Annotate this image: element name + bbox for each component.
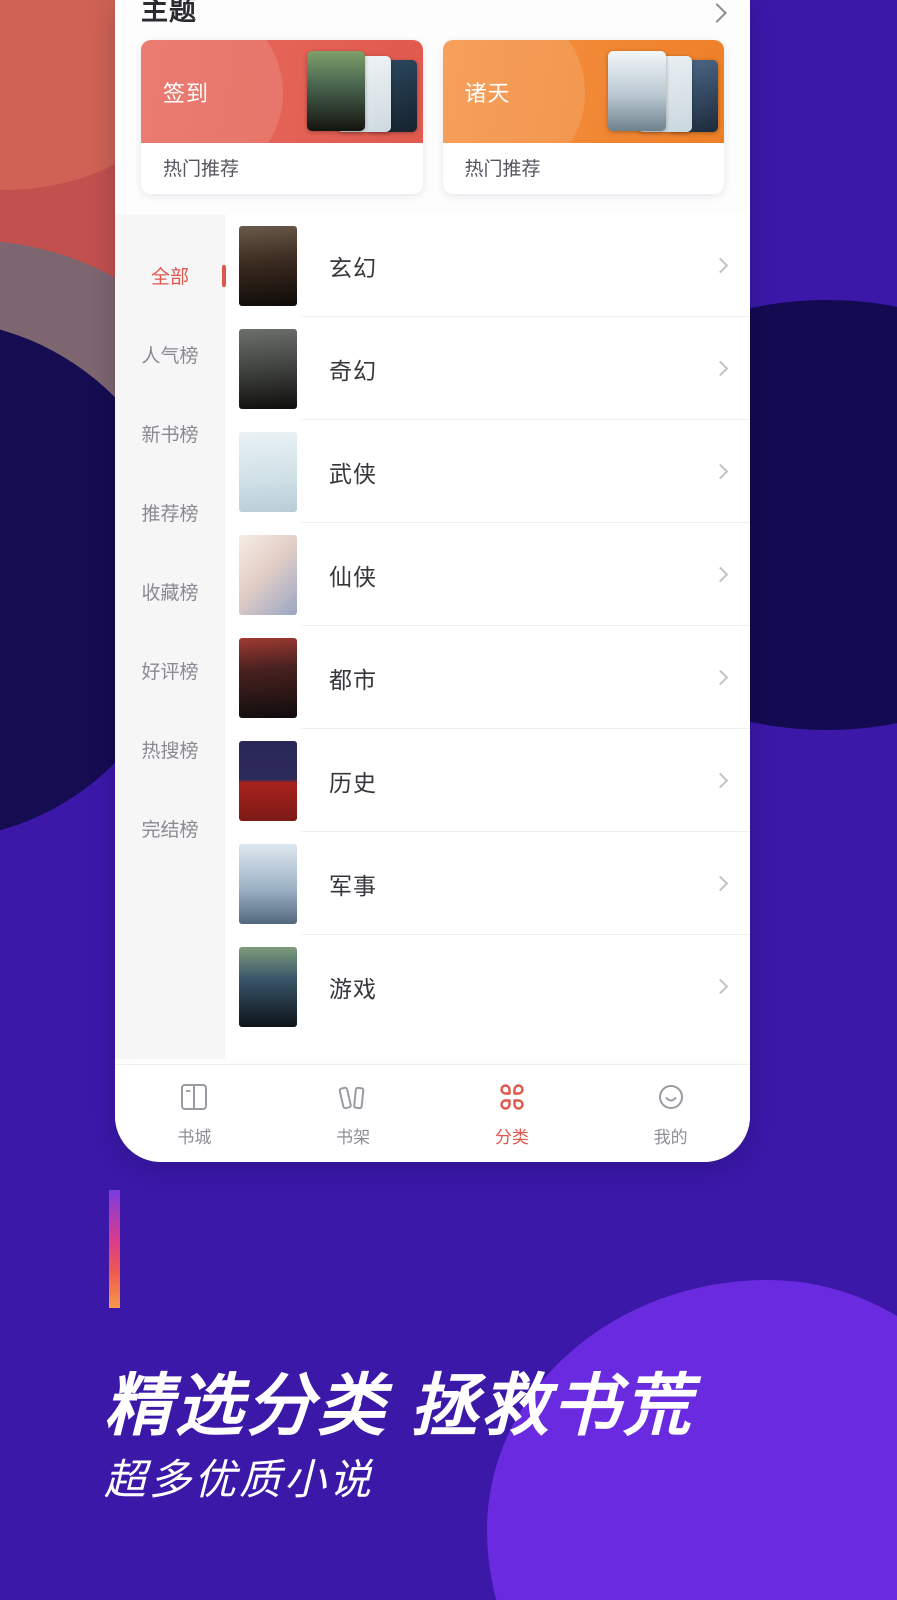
category-label: 历史 — [329, 769, 377, 796]
profile-smiley-icon — [658, 1084, 683, 1109]
book-cover — [239, 225, 297, 306]
chevron-right-icon[interactable] — [712, 978, 729, 995]
chevron-right-icon[interactable] — [712, 463, 729, 480]
bookstore-icon — [181, 1083, 208, 1110]
chevron-right-icon[interactable] — [712, 566, 729, 583]
category-label: 武侠 — [329, 460, 377, 487]
sidebar-item-label: 新书榜 — [141, 425, 199, 446]
category-label: 奇幻 — [329, 357, 377, 384]
accent-gradient-bar — [109, 1190, 120, 1308]
category-grid-icon — [500, 1083, 524, 1110]
sidebar-item-label: 推荐榜 — [141, 504, 199, 525]
theme-card-banner: 签到 — [141, 40, 423, 143]
book-cover — [239, 843, 297, 924]
category-label: 玄幻 — [329, 254, 377, 281]
chevron-right-icon[interactable] — [712, 669, 729, 686]
book-cover-stack — [568, 51, 718, 132]
chevron-right-icon[interactable] — [712, 772, 729, 789]
list-item[interactable]: 武侠 — [225, 420, 750, 523]
sidebar-item-popular[interactable]: 人气榜 — [115, 315, 225, 394]
list-item[interactable]: 都市 — [225, 626, 750, 729]
book-cover — [239, 534, 297, 615]
category-label: 仙侠 — [329, 563, 377, 590]
list-item[interactable]: 仙侠 — [225, 523, 750, 626]
theme-card-caption: 热门推荐 — [163, 159, 240, 180]
category-label: 都市 — [329, 666, 377, 693]
sidebar-item-recommend[interactable]: 推荐榜 — [115, 473, 225, 552]
sidebar-item-new[interactable]: 新书榜 — [115, 394, 225, 473]
book-cover-thumb — [608, 51, 666, 131]
list-item[interactable]: 游戏 — [225, 935, 750, 1038]
theme-card-label: 诸天 — [464, 80, 511, 106]
tab-label: 书城 — [177, 1127, 212, 1147]
book-cover-thumb — [306, 51, 365, 131]
list-item[interactable]: 玄幻 — [225, 214, 750, 317]
theme-card-banner: 诸天 — [442, 40, 724, 143]
book-cover — [239, 740, 297, 821]
sidebar-item-completed[interactable]: 完结榜 — [115, 789, 225, 868]
sidebar-item-collection[interactable]: 收藏榜 — [115, 552, 225, 631]
sidebar-item-label: 完结榜 — [141, 820, 199, 841]
sidebar-item-label: 好评榜 — [141, 662, 199, 683]
sidebar-item-label: 热搜榜 — [141, 741, 199, 762]
bookshelf-icon — [338, 1086, 365, 1109]
sidebar-item-all[interactable]: 全部 — [115, 236, 225, 315]
book-cover — [239, 946, 297, 1027]
tab-category[interactable]: 分类 — [433, 1080, 592, 1148]
chevron-right-icon[interactable] — [712, 875, 729, 892]
promo-headline: 精选分类 拯救书荒 — [104, 1368, 694, 1444]
book-cover-stack — [267, 51, 417, 132]
tab-label: 书架 — [336, 1127, 371, 1147]
theme-card[interactable]: 签到 热门推荐 — [141, 40, 423, 194]
theme-section-header[interactable]: 主题 — [115, 0, 750, 24]
category-label: 军事 — [329, 872, 377, 899]
category-label: 游戏 — [329, 975, 377, 1002]
promo-subline: 超多优质小说 — [104, 1456, 375, 1503]
bottom-tabbar: 书城 书架 分类 我的 — [115, 1064, 750, 1162]
theme-card-list: 签到 热门推荐 诸天 热门推荐 — [115, 24, 750, 194]
category-panel: 全部 人气榜 新书榜 推荐榜 收藏榜 好评榜 热搜榜 完结榜 玄幻 奇幻 武侠 — [115, 214, 750, 1059]
tab-bookshelf[interactable]: 书架 — [274, 1080, 433, 1148]
list-item[interactable]: 历史 — [225, 729, 750, 832]
phone-mockup: 主题 签到 热门推荐 诸天 热门推荐 全部 人气榜 新书榜 推荐榜 收藏榜 好评… — [115, 0, 750, 1162]
tab-label: 我的 — [653, 1127, 688, 1147]
chevron-right-icon[interactable] — [712, 257, 729, 274]
theme-card[interactable]: 诸天 热门推荐 — [442, 40, 724, 194]
theme-card-label: 签到 — [163, 80, 210, 106]
tab-bookstore[interactable]: 书城 — [115, 1080, 274, 1148]
category-list: 玄幻 奇幻 武侠 仙侠 都市 历史 军事 游戏 — [225, 214, 750, 1059]
tab-profile[interactable]: 我的 — [591, 1080, 750, 1148]
sidebar-item-label: 全部 — [150, 267, 189, 288]
sidebar-item-label: 人气榜 — [141, 346, 199, 367]
book-cover — [239, 431, 297, 512]
rank-tab-sidebar: 全部 人气榜 新书榜 推荐榜 收藏榜 好评榜 热搜榜 完结榜 — [115, 214, 225, 1059]
page-title: 主题 — [141, 0, 197, 24]
chevron-right-icon[interactable] — [707, 3, 727, 23]
theme-card-caption: 热门推荐 — [464, 159, 541, 180]
sidebar-item-label: 收藏榜 — [141, 583, 199, 604]
book-cover — [239, 328, 297, 409]
sidebar-item-rating[interactable]: 好评榜 — [115, 631, 225, 710]
sidebar-item-hotsearch[interactable]: 热搜榜 — [115, 710, 225, 789]
list-item[interactable]: 军事 — [225, 832, 750, 935]
tab-label: 分类 — [494, 1127, 529, 1147]
list-item[interactable]: 奇幻 — [225, 317, 750, 420]
chevron-right-icon[interactable] — [712, 360, 729, 377]
book-cover — [239, 637, 297, 718]
